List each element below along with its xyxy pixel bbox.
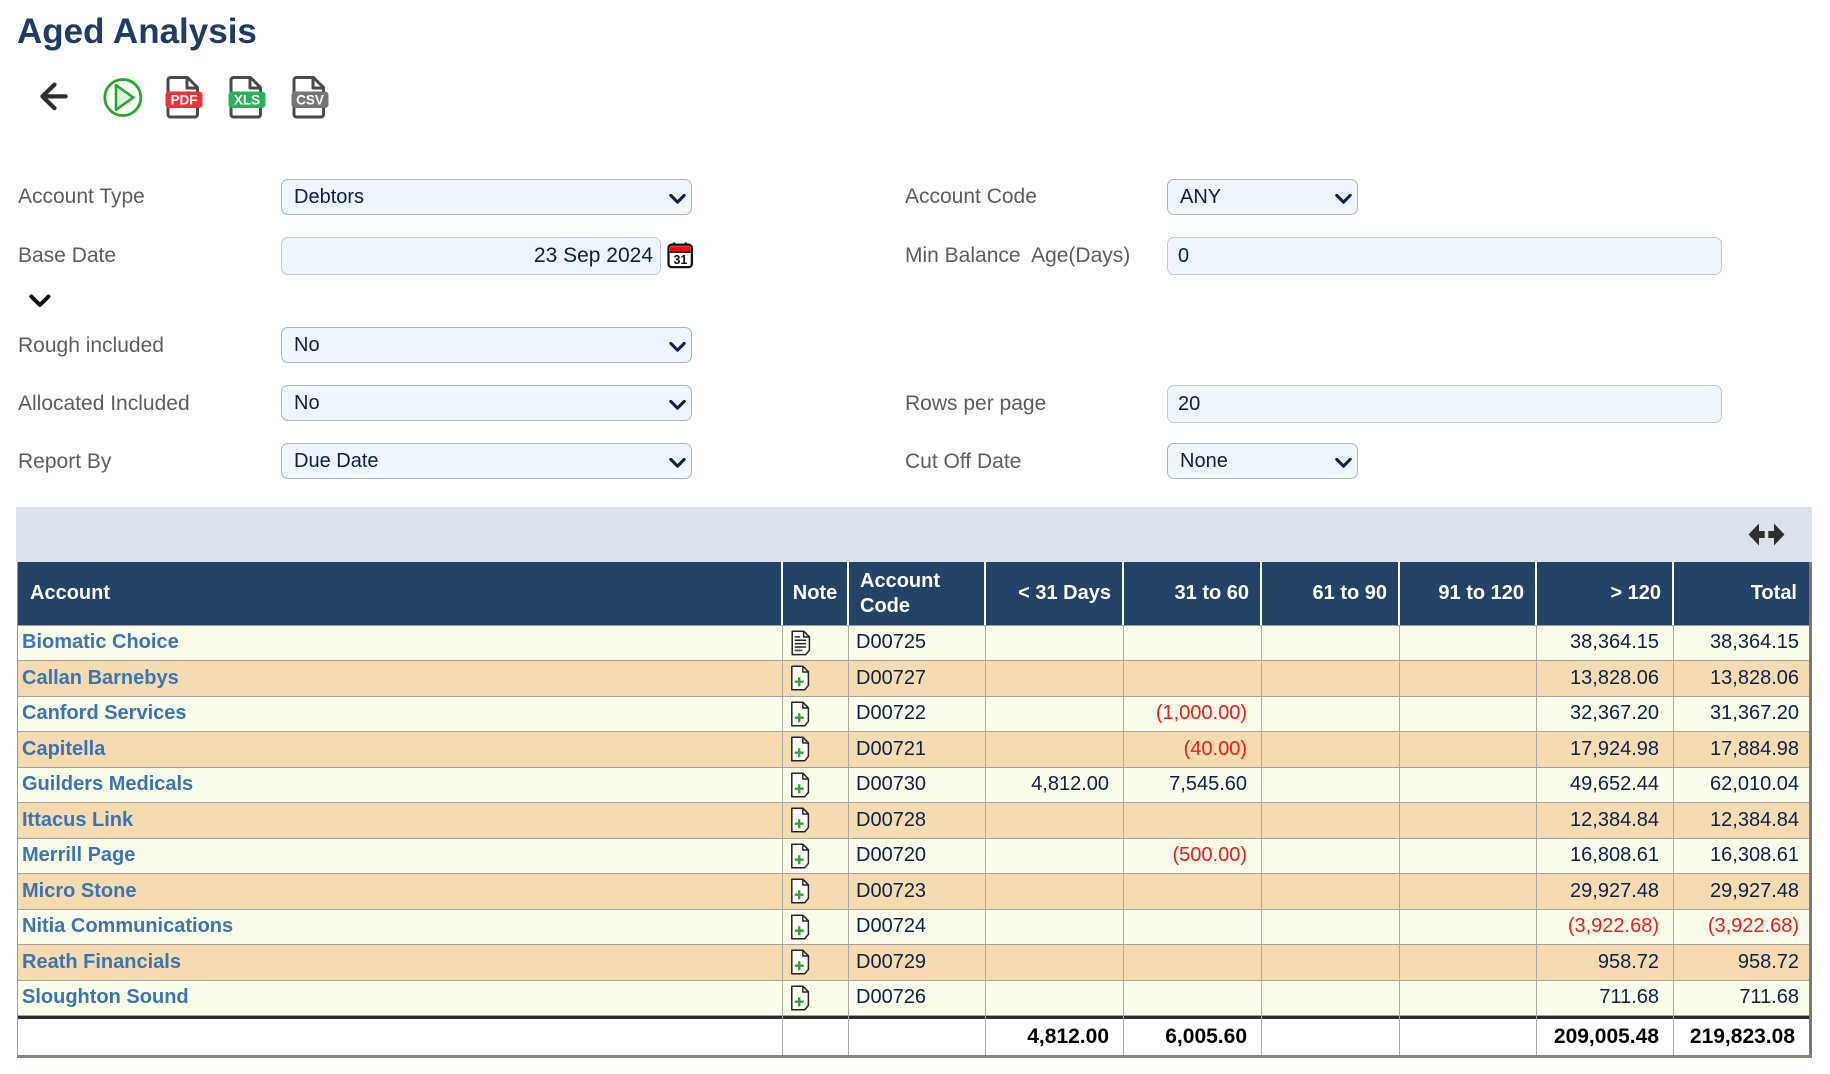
svg-text:CSV: CSV (296, 93, 324, 108)
svg-text:PDF: PDF (171, 93, 198, 108)
svg-text:31: 31 (673, 253, 687, 267)
svg-text:XLS: XLS (234, 93, 260, 108)
